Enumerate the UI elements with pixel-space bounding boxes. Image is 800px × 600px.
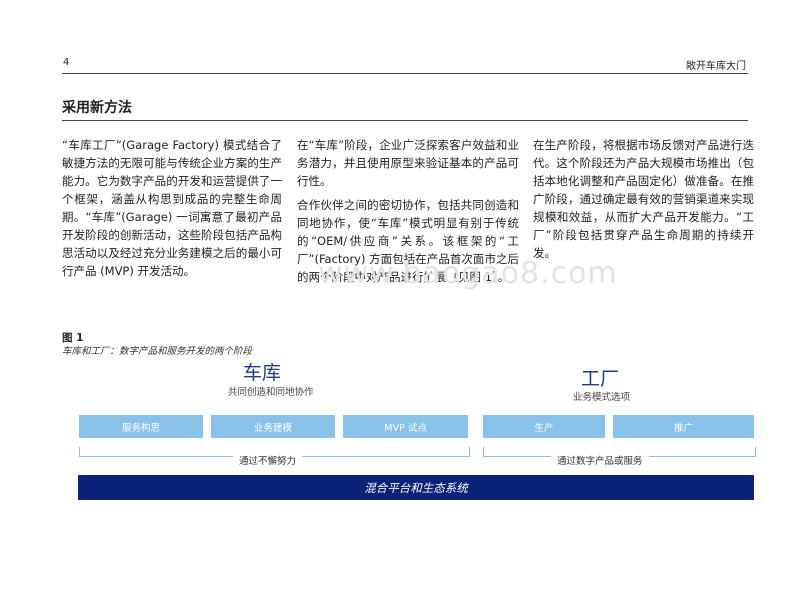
header-rule [62, 73, 748, 74]
step-rollout: 推广 [613, 415, 754, 438]
factory-phase-title: 工厂 [581, 368, 620, 390]
step-mvp-pilot: MVP 试点 [343, 415, 468, 438]
page-number: 4 [63, 57, 70, 68]
garage-phase-subtitle: 共同创造和同地协作 [228, 387, 314, 398]
figure-caption: 车库和工厂：数字产品和服务开发的两个阶段 [62, 346, 253, 357]
paragraph: “车库工厂”(Garage Factory) 模式结合了敏捷方法的无限可能与传统… [62, 138, 282, 278]
platform-label: 混合平台和生态系统 [364, 480, 468, 495]
section-title: 采用新方法 [62, 100, 132, 116]
garage-phase-title: 车库 [243, 362, 282, 384]
factory-phase-subtitle: 业务模式选项 [573, 392, 631, 403]
paragraph: 在生产阶段，将根据市场反馈对产品进行迭代。这个阶段还为产品大规模市场推出（包括本… [533, 138, 754, 260]
watermark: www.baogao8.com [318, 256, 618, 291]
step-production: 生产 [483, 415, 605, 438]
section-rule [62, 120, 748, 121]
factory-bracket-label: 通过数字产品或服务 [551, 453, 649, 467]
step-business-modeling: 业务建模 [211, 415, 335, 438]
text-column-1: “车库工厂”(Garage Factory) 模式结合了敏捷方法的无限可能与传统… [62, 136, 282, 286]
platform-ecosystem-bar: 混合平台和生态系统 [78, 475, 754, 500]
running-title: 敞开车库大门 [686, 61, 746, 72]
garage-bracket-label: 通过不懈努力 [233, 453, 303, 467]
paragraph: 在“车库”阶段，企业广泛探索客户效益和业务潜力，并且使用原型来验证基本的产品可行… [297, 138, 519, 188]
text-column-3: 在生产阶段，将根据市场反馈对产品进行迭代。这个阶段还为产品大规模市场推出（包括本… [533, 136, 754, 268]
step-service-ideation: 服务构思 [79, 415, 203, 438]
